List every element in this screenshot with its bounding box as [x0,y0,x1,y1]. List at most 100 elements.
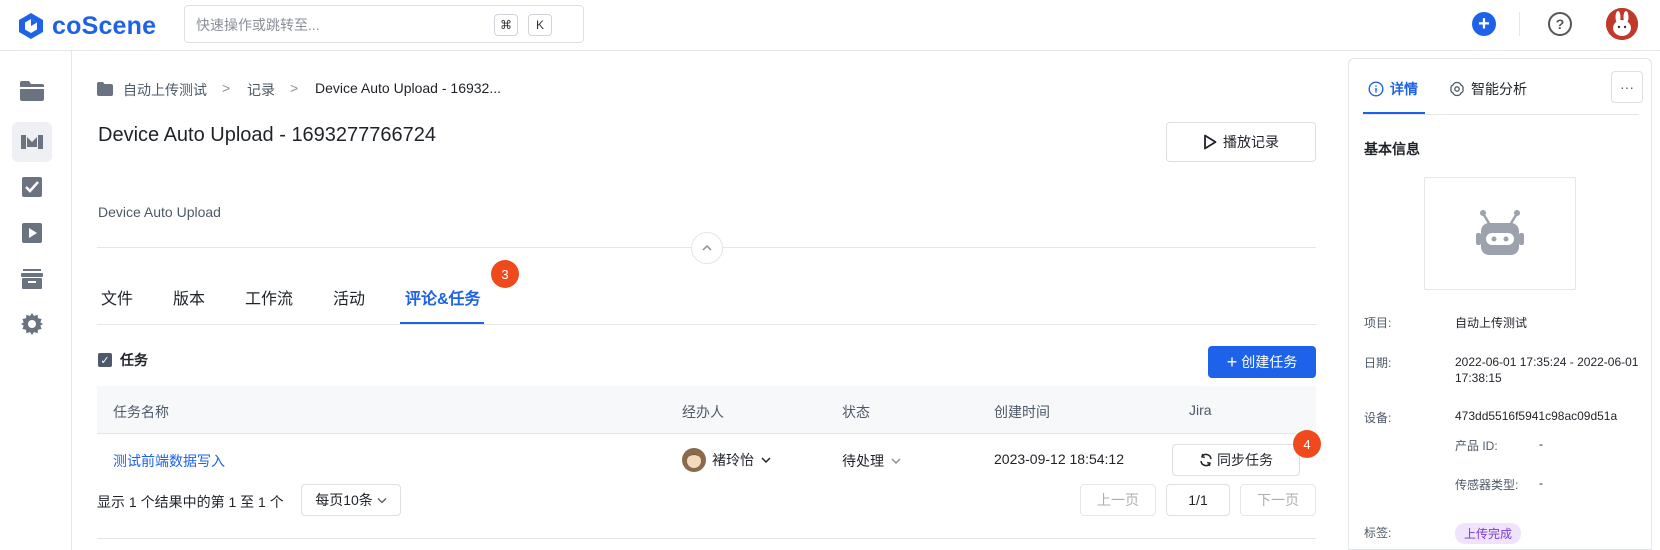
panel-tabs-divider [1363,114,1639,115]
status-select[interactable]: 待处理 [842,451,902,471]
sensor-type-value: - [1539,476,1543,490]
create-new-button[interactable]: + [1472,12,1496,36]
device-link[interactable]: 473dd5516f5941c98ac09d51a [1455,409,1617,423]
collapse-button[interactable] [691,232,723,264]
top-bar: coScene 快速操作或跳转至... ⌘ K + ? [0,0,1660,51]
sync-icon [1200,453,1212,467]
create-task-button[interactable]: + 创建任务 [1208,346,1316,378]
task-name-link[interactable]: 测试前端数据写入 [113,451,225,471]
sync-jira-label: 同步任务 [1217,452,1273,468]
tab-versions[interactable]: 版本 [173,285,205,309]
pagination-summary: 显示 1 个结果中的第 1 至 1 个 [97,494,284,510]
avatar-image-icon [1606,8,1638,40]
product-id-label: 产品 ID: [1455,439,1498,453]
sidebar-item-tasks[interactable] [12,167,52,207]
column-header: Jira [1189,402,1212,418]
kbd-k: K [528,14,552,36]
app-logo[interactable]: coScene [16,7,156,45]
assignee-select[interactable]: 褚玲怡 [682,448,772,472]
page-title: Device Auto Upload - 1693277766724 [98,124,437,146]
tab-count-badge: 3 [491,260,519,288]
section-title: 基本信息 [1364,141,1420,157]
date-value: 2022-06-01 17:35:24 - 2022-06-01 17:38:1… [1455,355,1639,385]
sidebar-item-records[interactable] [12,122,52,162]
task-created-time: 2023-09-12 18:54:12 [994,451,1124,467]
tasks-section-header: ✓ 任务 [98,350,148,370]
page-indicator[interactable]: 1/1 [1166,484,1230,516]
tab-workflows[interactable]: 工作流 [245,285,293,309]
task-check-icon: ✓ [98,353,112,367]
sensor-type-label: 传感器类型: [1455,478,1519,492]
tab-files[interactable]: 文件 [101,285,133,309]
project-label: 项目: [1364,316,1392,330]
tabs-divider [97,324,1316,325]
device-label: 设备: [1364,411,1392,425]
play-icon [22,223,42,243]
record-description: Device Auto Upload [98,204,221,220]
chevron-down-icon [891,458,901,465]
next-page-button[interactable]: 下一页 [1240,484,1316,516]
product-id-value: - [1539,437,1543,451]
column-header: 经办人 [682,404,724,420]
tasks-section-label: 任务 [120,352,148,368]
create-task-label: 创建任务 [1241,354,1298,370]
status-value: 待处理 [842,453,884,469]
gear-icon [21,313,43,335]
tag-badge[interactable]: 上传完成 [1455,523,1522,544]
sidebar-item-archive[interactable] [12,259,52,299]
command-search[interactable]: 快速操作或跳转至... ⌘ K [184,5,584,43]
tags-label: 标签: [1364,526,1392,540]
folder-icon [20,81,44,101]
task-check-icon [22,177,42,197]
records-icon [21,135,43,149]
sync-jira-button[interactable]: 同步任务 [1172,444,1300,476]
breadcrumb-folder-icon [97,82,113,96]
breadcrumb-project[interactable]: 自动上传测试 [123,80,207,100]
column-header: 创建时间 [994,404,1050,420]
coscene-logo-icon [19,13,43,39]
date-label: 日期: [1364,356,1392,370]
breadcrumb-records[interactable]: 记录 [247,80,275,100]
chevron-down-icon [377,497,387,503]
play-record-button[interactable]: 播放记录 [1166,122,1316,162]
jira-count-badge: 4 [1293,430,1321,458]
column-header: 任务名称 [113,404,169,420]
info-icon [1368,81,1384,97]
left-sidebar [0,51,72,550]
archive-icon [21,269,43,289]
sidebar-item-settings[interactable] [12,304,52,344]
tab-details-label: 详情 [1390,81,1418,97]
tab-details[interactable]: 详情 [1368,79,1418,99]
tab-ai-analysis[interactable]: 智能分析 [1449,79,1527,99]
chevron-up-icon [702,244,712,251]
robot-icon [1476,209,1524,255]
plus-icon: + [1226,352,1238,372]
breadcrumb-separator: > [222,80,231,96]
play-record-label: 播放记录 [1223,134,1279,150]
prev-page-button[interactable]: 上一页 [1080,484,1156,516]
details-panel: 详情 智能分析 ··· 基本信息 项目: 自动上传测试 日期: 2022-06-… [1348,58,1652,550]
tab-activity[interactable]: 活动 [333,285,365,309]
tab-comments-tasks[interactable]: 评论&任务 [405,285,481,309]
ai-icon [1450,81,1464,97]
device-thumbnail [1424,177,1576,290]
sidebar-item-player[interactable] [12,213,52,253]
breadcrumb-current: Device Auto Upload - 16932... [315,80,502,96]
sidebar-item-projects[interactable] [12,71,52,111]
divider [1519,12,1520,36]
assignee-name: 褚玲怡 [712,452,754,468]
help-icon[interactable]: ? [1548,12,1572,36]
assignee-avatar [682,448,706,472]
table-header: 任务名称 经办人 状态 创建时间 Jira [97,386,1316,434]
project-link[interactable]: 自动上传测试 [1455,314,1527,331]
tab-ai-analysis-label: 智能分析 [1471,81,1527,97]
search-placeholder: 快速操作或跳转至... [196,17,320,33]
footer-divider [97,538,1316,539]
chevron-down-icon [761,457,771,464]
page-size-select[interactable]: 每页10条 [301,484,401,516]
play-outline-icon [1204,134,1217,150]
column-header: 状态 [842,404,870,420]
more-options-button[interactable]: ··· [1611,71,1643,103]
user-avatar[interactable] [1606,8,1638,40]
kbd-cmd: ⌘ [494,14,518,36]
